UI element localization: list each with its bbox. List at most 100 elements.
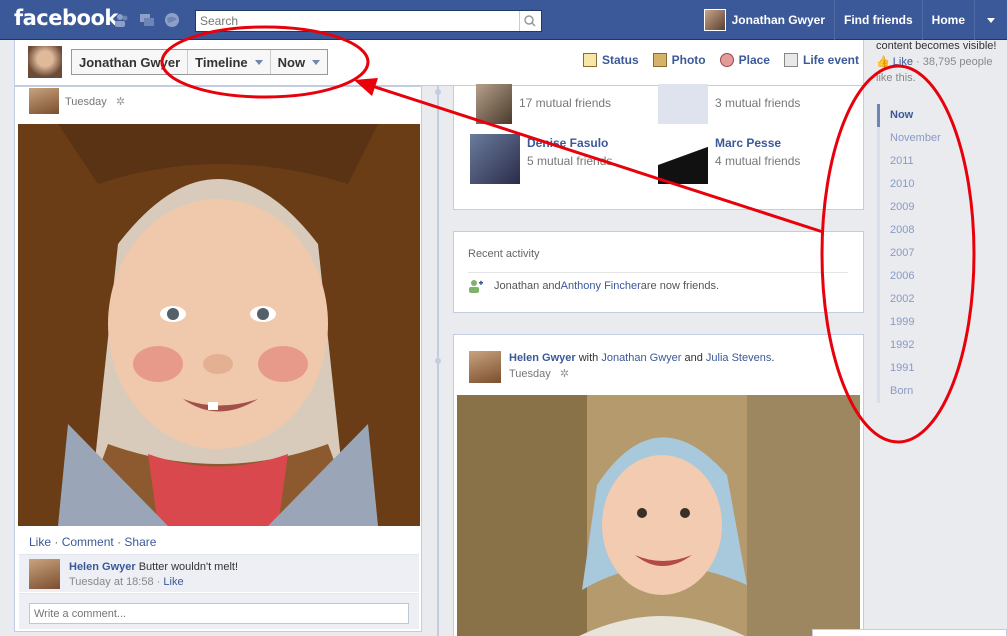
author-avatar[interactable] — [469, 351, 501, 383]
period-label: Now — [277, 54, 306, 70]
recent-activity-title: Recent activity — [468, 248, 540, 260]
comment-composer — [19, 593, 419, 629]
life-event-button[interactable]: Life event — [783, 53, 859, 67]
account-menu[interactable] — [974, 0, 1007, 40]
friend-item[interactable]: Marc Pesse 4 mutual friends — [658, 134, 800, 184]
year-item[interactable]: 1992 — [877, 334, 977, 357]
activity-item: Jonathan and Anthony Fincher are now fri… — [468, 279, 719, 293]
like-page-link[interactable]: Like — [893, 56, 913, 68]
photo-button[interactable]: Photo — [652, 53, 706, 67]
and-text: and — [681, 352, 706, 364]
status-label: Status — [601, 53, 639, 67]
period-text: . — [771, 352, 775, 364]
life-event-icon — [783, 53, 798, 67]
chat-bar[interactable] — [812, 629, 1007, 636]
friend-photo[interactable] — [658, 134, 708, 184]
photo-label: Photo — [671, 53, 706, 67]
audience-gear-icon[interactable]: ✲ — [116, 96, 125, 108]
friend-item[interactable]: 17 mutual friends — [476, 84, 611, 124]
timeline-header: Jonathan Gwyer Timeline Now Status Photo… — [14, 40, 864, 86]
tagged-friend[interactable]: Julia Stevens — [706, 352, 771, 364]
year-item[interactable]: 1999 — [877, 311, 977, 334]
post-actions: Like · Comment · Share — [29, 535, 156, 549]
activity-text-pre: Jonathan and — [494, 280, 561, 292]
year-item[interactable]: 2002 — [877, 288, 977, 311]
home-link[interactable]: Home — [921, 0, 974, 40]
find-friends-link[interactable]: Find friends — [833, 0, 922, 40]
year-item[interactable]: 2010 — [877, 173, 977, 196]
comment-like-link[interactable]: Like — [163, 576, 183, 588]
friend-photo[interactable] — [476, 84, 512, 124]
post-photo[interactable] — [18, 104, 420, 526]
post-date-text[interactable]: Tuesday — [509, 368, 551, 380]
year-item[interactable]: 2006 — [877, 265, 977, 288]
timeline-selector: Jonathan Gwyer Timeline Now — [71, 49, 329, 75]
top-nav: Jonathan Gwyer Find friends Home — [695, 0, 1007, 40]
friend-name[interactable]: Denise Fasulo — [527, 136, 612, 150]
promo-text: content becomes visible! — [876, 40, 997, 52]
chevron-down-icon — [312, 59, 321, 65]
photo-post-left: Tuesday ✲ Like · Comment · Share Helen G… — [14, 86, 422, 632]
comment-link[interactable]: Comment — [62, 535, 114, 549]
page-promo: content becomes visible! 👍 Like · 38,795… — [876, 38, 1007, 86]
post-photo[interactable] — [457, 395, 860, 636]
profile-picture[interactable] — [28, 46, 62, 78]
year-item[interactable]: Now — [877, 104, 977, 127]
friend-name[interactable]: Marc Pesse — [715, 136, 800, 150]
post-author[interactable]: Helen Gwyer — [509, 352, 576, 364]
user-name: Jonathan Gwyer — [731, 13, 825, 27]
friend-placeholder-photo[interactable] — [658, 84, 708, 124]
like-link[interactable]: Like — [29, 535, 51, 549]
search-input[interactable] — [196, 11, 516, 31]
year-item[interactable]: 2009 — [877, 196, 977, 219]
facebook-logo[interactable]: facebook — [14, 6, 118, 30]
mutual-friends[interactable]: 4 mutual friends — [715, 154, 800, 168]
photo-icon — [652, 53, 667, 67]
friend-requests-icon[interactable] — [114, 12, 130, 28]
friend-item[interactable]: Denise Fasulo 5 mutual friends — [470, 134, 612, 184]
friend-photo[interactable] — [470, 134, 520, 184]
author-thumbnail[interactable] — [29, 88, 59, 114]
composer-actions: Status Photo Place Life event — [582, 53, 859, 67]
status-button[interactable]: Status — [582, 53, 639, 67]
notifications-globe-icon[interactable] — [164, 12, 180, 28]
year-item[interactable]: Born — [877, 380, 977, 403]
share-link[interactable]: Share — [124, 535, 156, 549]
timeline-dropdown[interactable]: Timeline — [187, 50, 270, 74]
divider — [468, 272, 848, 273]
friends-box: 17 mutual friends 3 mutual friends Denis… — [453, 84, 864, 210]
year-item[interactable]: 2007 — [877, 242, 977, 265]
commenter-name[interactable]: Helen Gwyer — [69, 561, 136, 573]
mutual-friends[interactable]: 5 mutual friends — [527, 154, 612, 168]
thumbs-up-icon[interactable]: 👍 — [876, 56, 890, 68]
separator: · — [54, 535, 62, 549]
post-date: Tuesday ✲ — [65, 88, 125, 114]
top-bar: facebook Jonathan Gwyer Find friends Hom… — [0, 0, 1007, 40]
tagged-friend[interactable]: Jonathan Gwyer — [601, 352, 681, 364]
place-button[interactable]: Place — [719, 53, 770, 67]
messages-icon[interactable] — [139, 12, 155, 28]
audience-gear-icon[interactable]: ✲ — [560, 368, 569, 380]
mutual-friends[interactable]: 17 mutual friends — [519, 96, 611, 110]
year-item[interactable]: November — [877, 127, 977, 150]
profile-name-button[interactable]: Jonathan Gwyer — [72, 50, 187, 74]
post-date-text[interactable]: Tuesday — [65, 96, 107, 108]
chevron-down-icon — [254, 59, 263, 65]
mutual-friends[interactable]: 3 mutual friends — [715, 96, 800, 110]
year-item[interactable]: 2011 — [877, 150, 977, 173]
search-button[interactable] — [519, 11, 541, 31]
timeline-marker — [435, 89, 441, 95]
search-box[interactable] — [195, 10, 542, 32]
year-item[interactable]: 1991 — [877, 357, 977, 380]
comment-time[interactable]: Tuesday at 18:58 — [69, 576, 154, 588]
comment-input[interactable] — [29, 603, 409, 624]
activity-friend-link[interactable]: Anthony Fincher — [561, 280, 641, 292]
year-item[interactable]: 2008 — [877, 219, 977, 242]
commenter-avatar[interactable] — [29, 559, 60, 589]
friend-item[interactable]: 3 mutual friends — [658, 84, 800, 124]
child-photo — [457, 395, 860, 636]
comment: Helen Gwyer Butter wouldn't melt! Tuesda… — [19, 554, 419, 592]
child-photo — [18, 104, 420, 526]
period-dropdown[interactable]: Now — [269, 50, 327, 74]
profile-link[interactable]: Jonathan Gwyer — [695, 0, 834, 40]
